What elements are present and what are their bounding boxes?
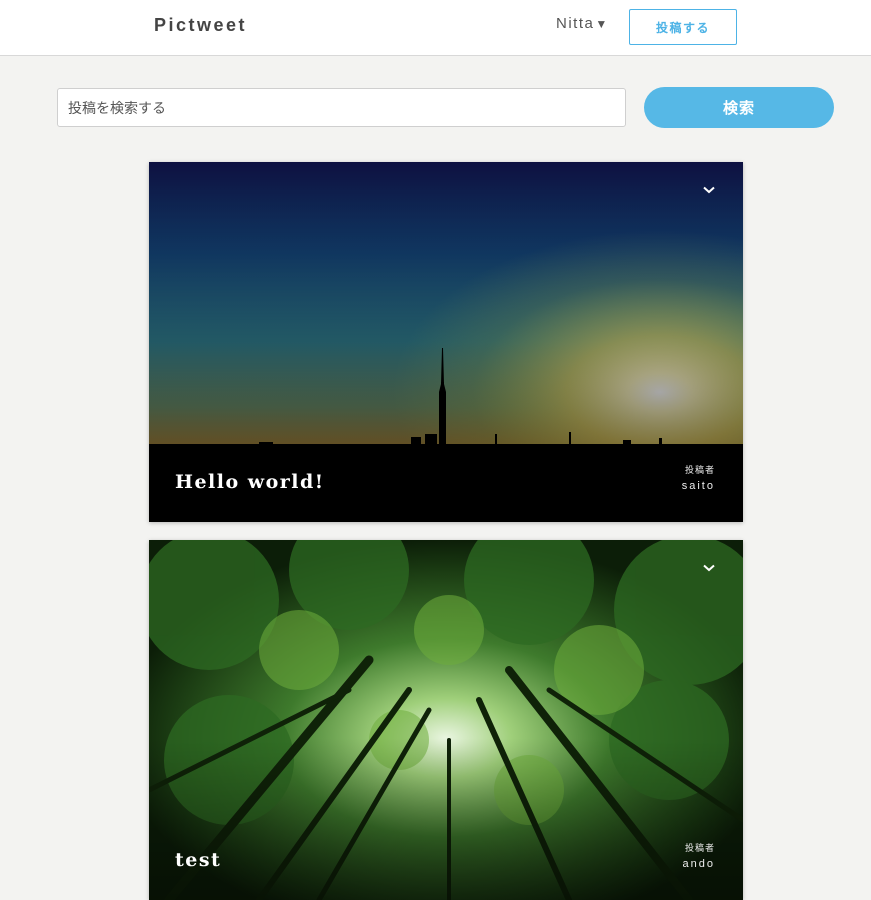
post-image-forest-canopy	[149, 540, 743, 900]
post-menu-toggle[interactable]	[699, 558, 719, 578]
post-menu-toggle[interactable]	[699, 180, 719, 200]
header-bar: Pictweet Nitta▼ 投稿する	[0, 0, 871, 56]
logo-link[interactable]: Pictweet	[154, 15, 247, 36]
post-author: 投稿者 saito	[682, 463, 715, 492]
author-name: ando	[682, 858, 715, 870]
post-author: 投稿者 ando	[683, 841, 715, 870]
author-label: 投稿者	[684, 843, 715, 853]
author-name: saito	[681, 480, 715, 492]
chevron-down-icon	[703, 186, 715, 194]
post-card[interactable]: test 投稿者 ando	[149, 540, 743, 900]
post-title: test	[175, 849, 222, 871]
search-button[interactable]: 検索	[644, 87, 834, 128]
caret-down-icon: ▼	[595, 17, 609, 31]
post-card[interactable]: Hello world! 投稿者 saito	[149, 162, 743, 522]
user-name: Nitta	[556, 15, 595, 32]
user-menu[interactable]: Nitta▼	[556, 15, 609, 32]
post-image-sunset-skyline	[149, 162, 743, 522]
new-post-button[interactable]: 投稿する	[629, 9, 737, 45]
chevron-down-icon	[703, 564, 715, 572]
post-title: Hello world!	[175, 471, 325, 493]
author-label: 投稿者	[684, 465, 715, 475]
search-input[interactable]	[57, 88, 626, 127]
